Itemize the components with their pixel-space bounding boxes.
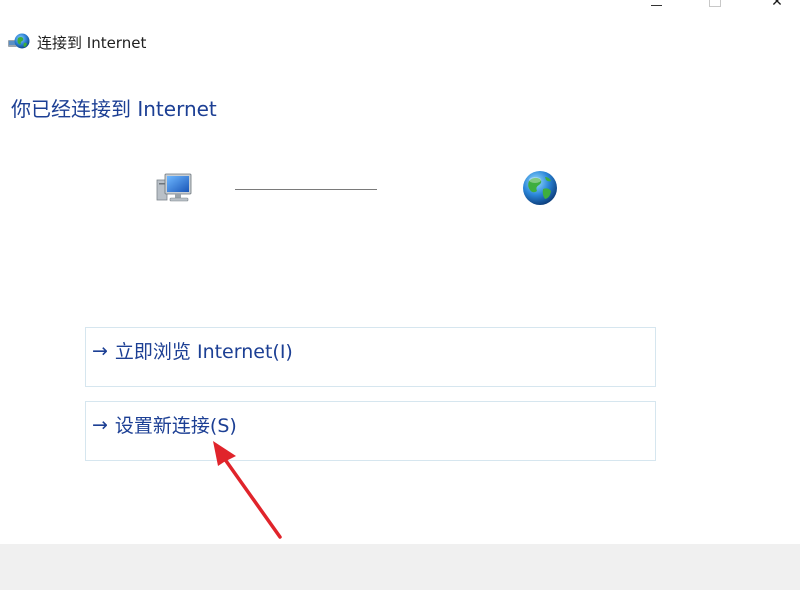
status-heading: 你已经连接到 Internet — [11, 97, 217, 121]
connect-to-internet-window: ✕ 连接到 Internet 你已经连接到 Internet → 立即浏览 In… — [0, 0, 800, 590]
arrow-right-icon: → — [92, 339, 108, 362]
network-globe-icon — [8, 33, 30, 49]
setup-new-connection-label: 设置新连接(S) — [114, 415, 237, 437]
minimize-icon — [650, 4, 662, 6]
maximize-button[interactable] — [692, 0, 738, 12]
browse-internet-link[interactable]: → 立即浏览 Internet(I) — [85, 327, 656, 387]
minimize-button[interactable] — [633, 0, 679, 12]
red-annotation-arrow-icon — [213, 441, 282, 539]
computer-icon — [156, 173, 192, 202]
globe-icon — [523, 171, 557, 205]
connection-line — [235, 189, 377, 190]
button-bar — [0, 544, 800, 590]
maximize-icon — [709, 0, 721, 7]
browse-internet-label: 立即浏览 Internet(I) — [114, 341, 293, 363]
arrow-right-icon: → — [92, 413, 108, 436]
setup-new-connection-link[interactable]: → 设置新连接(S) — [85, 401, 656, 461]
setup-new-connection-link-content: → 设置新连接(S) — [92, 411, 237, 438]
window-title: 连接到 Internet — [37, 33, 147, 52]
window-caption: 连接到 Internet — [8, 31, 146, 53]
close-button[interactable]: ✕ — [754, 0, 800, 12]
close-icon: ✕ — [771, 0, 783, 10]
browse-internet-link-content: → 立即浏览 Internet(I) — [92, 337, 293, 364]
